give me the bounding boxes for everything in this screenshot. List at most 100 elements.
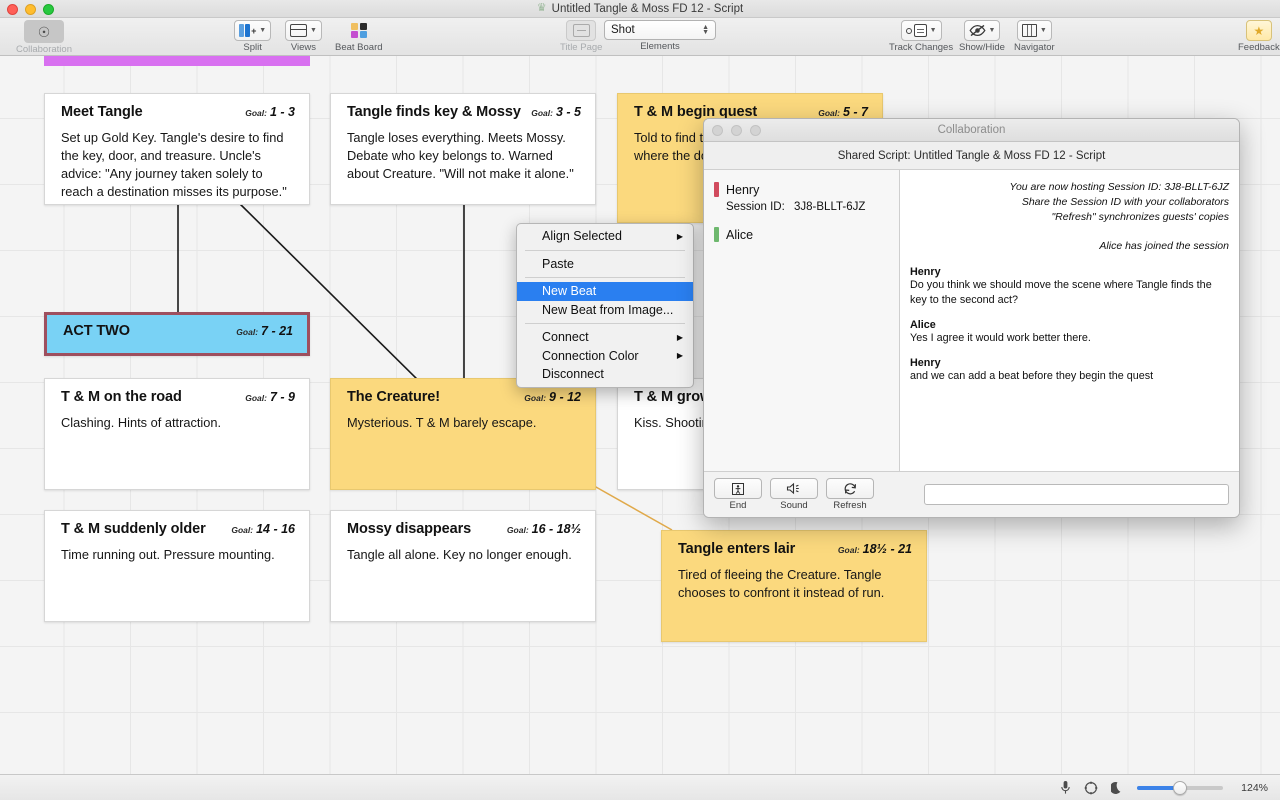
toolbar-beat-board[interactable]: Beat Board <box>335 20 383 53</box>
beat-goal-label: Goal: <box>531 108 553 118</box>
beat-goal-value: 9 - 12 <box>549 390 581 404</box>
beat-goal: Goal: 1 - 3 <box>245 105 295 119</box>
session-id-row: Session ID: 3J8-BLLT-6JZ <box>726 201 899 213</box>
collaboration-close-button[interactable] <box>712 125 723 136</box>
toolbar-feedback[interactable]: ★ Feedback <box>1238 20 1280 53</box>
chevron-down-icon[interactable]: ▼ <box>259 27 266 34</box>
window-title: ♛ Untitled Tangle & Moss FD 12 - Script <box>537 3 743 15</box>
participant-color-swatch <box>714 182 719 197</box>
collaboration-minimize-button[interactable] <box>731 125 742 136</box>
feedback-button[interactable]: ★ <box>1246 20 1272 41</box>
context-menu-item-new-beat-from-image[interactable]: New Beat from Image... <box>517 301 693 320</box>
sound-button[interactable]: Sound <box>770 478 818 511</box>
beat-title: T & M on the road <box>61 389 182 405</box>
refresh-button-box[interactable] <box>826 478 874 499</box>
app-window: ♛ Untitled Tangle & Moss FD 12 - Script … <box>0 0 1280 800</box>
show-hide-button[interactable]: ▼ <box>964 20 1001 41</box>
beat-card[interactable] <box>44 56 310 66</box>
context-menu-item-new-beat[interactable]: New Beat <box>517 282 693 301</box>
beat-card[interactable]: Meet Tangle Goal: 1 - 3 Set up Gold Key.… <box>44 93 310 205</box>
end-session-button[interactable]: End <box>714 478 762 511</box>
close-button[interactable] <box>7 4 18 15</box>
chevron-down-icon[interactable]: ▼ <box>310 27 317 34</box>
elements-select-value: Shot <box>611 24 635 36</box>
stepper-icon[interactable]: ▲▼ <box>702 25 709 35</box>
toolbar-title-page-label: Title Page <box>560 42 602 53</box>
beat-body: Tired of fleeing the Creature. Tangle ch… <box>678 566 912 602</box>
context-menu-separator <box>525 323 685 324</box>
collaboration-maximize-button[interactable] <box>750 125 761 136</box>
beat-card[interactable]: T & M suddenly older Goal: 14 - 16 Time … <box>44 510 310 622</box>
collaboration-body: Henry Session ID: 3J8-BLLT-6JZ Alice You… <box>704 170 1239 471</box>
beat-card[interactable]: T & M on the road Goal: 7 - 9 Clashing. … <box>44 378 310 490</box>
minimize-button[interactable] <box>25 4 36 15</box>
context-menu-item-disconnect[interactable]: Disconnect <box>517 365 693 384</box>
collaboration-window[interactable]: Collaboration Shared Script: Untitled Ta… <box>703 118 1240 518</box>
beat-title: The Creature! <box>347 389 440 405</box>
context-menu-item-align-selected[interactable]: Align Selected ▶ <box>517 227 693 246</box>
toolbar-split[interactable]: + ▼ Split <box>234 20 271 53</box>
beat-body: Time running out. Pressure mounting. <box>61 546 295 564</box>
toolbar-views[interactable]: ▼ Views <box>285 20 322 53</box>
context-menu-item-connect[interactable]: Connect ▶ <box>517 328 693 347</box>
beat-header: Tangle finds key & Mossy Goal: 3 - 5 <box>347 104 581 120</box>
context-menu-item-paste[interactable]: Paste <box>517 255 693 274</box>
toolbar-track-changes[interactable]: ▼ Track Changes <box>889 20 953 53</box>
canvas-context-menu[interactable]: Align Selected ▶ Paste New Beat New Beat… <box>516 223 694 388</box>
refresh-button[interactable]: Refresh <box>826 478 874 511</box>
chevron-down-icon[interactable]: ▼ <box>1040 27 1047 34</box>
chevron-down-icon[interactable]: ▼ <box>989 27 996 34</box>
microphone-icon[interactable] <box>1060 780 1071 795</box>
zoom-slider-knob[interactable] <box>1173 781 1187 795</box>
end-session-button-box[interactable] <box>714 478 762 499</box>
beat-goal-label: Goal: <box>231 525 253 535</box>
track-changes-icon <box>906 24 927 37</box>
beat-goal-value: 1 - 3 <box>270 105 295 119</box>
title-page-button[interactable] <box>566 20 596 41</box>
status-bar: 124% <box>0 774 1280 800</box>
collaboration-traffic-lights <box>712 125 761 136</box>
moon-icon[interactable] <box>1111 781 1124 795</box>
beat-card[interactable]: The Creature! Goal: 9 - 12 Mysterious. T… <box>330 378 596 490</box>
maximize-button[interactable] <box>43 4 54 15</box>
toolbar-collaboration[interactable]: ☉ Collaboration <box>16 20 72 55</box>
zoom-slider[interactable] <box>1137 786 1223 790</box>
beat-goal: Goal: 14 - 16 <box>231 522 295 536</box>
participant-row[interactable]: Alice <box>714 227 899 242</box>
beat-goal: Goal: 3 - 5 <box>531 105 581 119</box>
beat-card[interactable]: Mossy disappears Goal: 16 - 18½ Tangle a… <box>330 510 596 622</box>
participant-color-swatch <box>714 227 719 242</box>
toolbar-navigator[interactable]: ▼ Navigator <box>1014 20 1055 53</box>
beat-title: T & M grow <box>634 389 711 405</box>
window-titlebar: ♛ Untitled Tangle & Moss FD 12 - Script <box>0 0 1280 18</box>
navigator-button[interactable]: ▼ <box>1017 20 1052 41</box>
system-message: Share the Session ID with your collabora… <box>910 195 1229 210</box>
participant-name: Alice <box>726 228 753 242</box>
context-menu-item-connection-color[interactable]: Connection Color ▶ <box>517 347 693 366</box>
participant-row[interactable]: Henry <box>714 182 899 197</box>
chevron-down-icon[interactable]: ▼ <box>930 27 937 34</box>
beat-card[interactable]: Tangle finds key & Mossy Goal: 3 - 5 Tan… <box>330 93 596 205</box>
beat-goal-value: 7 - 21 <box>261 324 293 338</box>
elements-select[interactable]: Shot ▲▼ <box>604 20 716 40</box>
toolbar-show-hide[interactable]: ▼ Show/Hide <box>959 20 1005 53</box>
sound-button-box[interactable] <box>770 478 818 499</box>
toolbar-title-page[interactable]: Title Page <box>560 20 602 53</box>
speaker-icon <box>786 482 802 495</box>
collaboration-subbar: Shared Script: Untitled Tangle & Moss FD… <box>704 142 1239 170</box>
target-icon[interactable] <box>1084 781 1098 795</box>
toolbar-collaboration-label: Collaboration <box>16 44 72 55</box>
split-button[interactable]: + ▼ <box>234 20 271 41</box>
track-changes-button[interactable]: ▼ <box>901 20 942 41</box>
chat-message: Henry Do you think we should move the sc… <box>910 266 1229 308</box>
beat-board-button[interactable] <box>344 20 374 41</box>
beat-card[interactable]: Tangle enters lair Goal: 18½ - 21 Tired … <box>661 530 927 642</box>
beat-card-act-two[interactable]: ACT TWO Goal: 7 - 21 <box>44 312 310 356</box>
views-button[interactable]: ▼ <box>285 20 322 41</box>
toolbar-elements[interactable]: Shot ▲▼ Elements <box>604 20 716 52</box>
toolbar-views-label: Views <box>291 42 316 53</box>
beat-goal: Goal: 5 - 7 <box>818 105 868 119</box>
context-menu-item-label: Align Selected <box>542 229 622 243</box>
chat-input[interactable] <box>924 484 1229 505</box>
submenu-arrow-icon: ▶ <box>677 333 683 342</box>
